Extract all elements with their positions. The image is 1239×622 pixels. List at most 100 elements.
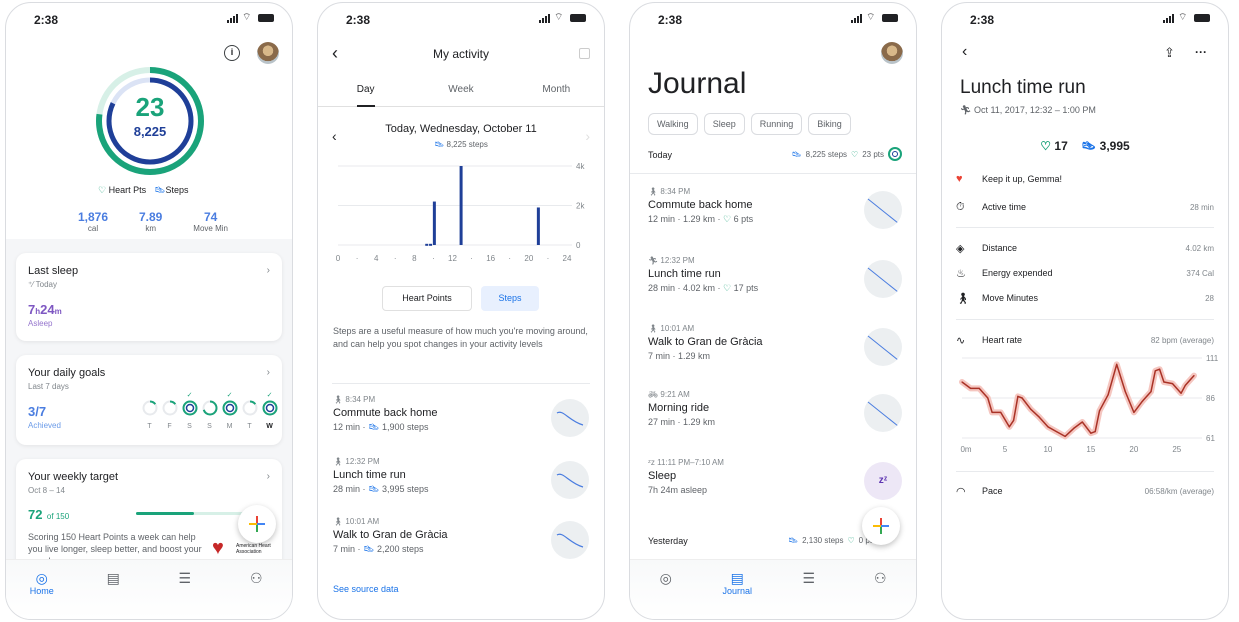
add-fab[interactable] xyxy=(862,507,900,545)
daily-goals-card[interactable]: Your daily goals Last 7 days › 3/7 Achie… xyxy=(16,355,282,445)
more-options-icon[interactable]: ··· xyxy=(1195,45,1207,59)
x-tick-label: 0m xyxy=(960,445,971,454)
weekly-progress-bar xyxy=(136,512,256,515)
nav-home[interactable]: ◎ Home xyxy=(12,570,72,619)
filter-chip-sleep[interactable]: Sleep xyxy=(703,113,745,135)
flame-icon: ♨ xyxy=(956,267,966,280)
check-icon: ✓ xyxy=(186,392,193,399)
shoe-icon: 👟︎ xyxy=(368,422,382,432)
bottom-nav: ◎ Home ▤ ☰ ⚇ xyxy=(6,559,292,619)
battery-icon xyxy=(882,14,898,22)
aha-label: American Heart Association xyxy=(236,543,271,555)
status-bar: 2:38 ⌔ xyxy=(6,3,292,37)
back-button[interactable]: ‹ xyxy=(962,43,967,61)
timer-icon: ⏱︎ xyxy=(956,200,965,213)
filter-chip-walking[interactable]: Walking xyxy=(648,113,698,135)
battery-icon xyxy=(570,14,586,22)
avatar[interactable] xyxy=(881,42,903,64)
goals-achieved-label: Achieved xyxy=(28,421,61,430)
route-map-thumbnail[interactable] xyxy=(864,260,902,298)
signal-icon xyxy=(539,13,550,23)
heartbeat-icon: ∿ xyxy=(956,334,966,347)
filter-chips: Walking Sleep Running Biking xyxy=(648,113,857,135)
heart-rate-point xyxy=(1012,419,1015,421)
activity-time: 🚶︎ 12:32 PM xyxy=(333,457,380,466)
nav-journal[interactable]: ▤ xyxy=(83,570,143,619)
energy-row: ♨ Energy expended 374 Cal xyxy=(956,267,1214,280)
nav-browse[interactable]: ☰ xyxy=(779,570,839,619)
route-map-thumbnail[interactable] xyxy=(864,191,902,229)
x-tick-label: 24 xyxy=(563,254,572,263)
avatar[interactable] xyxy=(257,42,279,64)
heart-points-value: 23 xyxy=(135,92,165,122)
route-map-thumbnail[interactable] xyxy=(864,328,902,366)
journal-item[interactable]: 🏃︎ 12:32 PM Lunch time run 28 min · 4.02 k… xyxy=(648,256,902,316)
nav-browse[interactable]: ☰ xyxy=(155,570,215,619)
activity-meta: 7 min · 👟︎ 2,200 steps xyxy=(333,544,424,554)
heart-rate-point xyxy=(1150,391,1152,393)
x-tick-label: 5 xyxy=(1003,445,1008,454)
profile-icon: ⚇ xyxy=(249,570,263,586)
add-fab[interactable] xyxy=(238,505,276,543)
goal-day: ✓ S xyxy=(180,391,199,430)
nav-journal[interactable]: ▤ Journal xyxy=(707,570,767,619)
heart-rate-point xyxy=(1038,416,1040,418)
tab-week[interactable]: Week xyxy=(413,79,508,106)
journal-item[interactable]: 🚶︎ 8:34 PM Commute back home 12 min · 1.29… xyxy=(648,187,902,247)
route-map-thumbnail[interactable] xyxy=(551,461,589,499)
filter-chip-running[interactable]: Running xyxy=(750,113,803,135)
day-goal-ring xyxy=(242,400,257,416)
calendar-icon[interactable] xyxy=(579,48,590,59)
nav-home[interactable]: ◎ xyxy=(636,570,696,619)
day-label: M xyxy=(226,423,233,430)
run-icon: 🚶︎ xyxy=(333,457,346,466)
activity-item[interactable]: 🚶︎ 12:32 PM Lunch time run 28 min · 👟︎ 3,9… xyxy=(333,457,589,517)
journal-item[interactable]: 🚶︎ 10:01 AM Walk to Gran de Gràcia 7 min ·… xyxy=(648,324,902,384)
journal-time: 🚶︎ 10:01 AM xyxy=(648,324,695,333)
tab-month[interactable]: Month xyxy=(509,79,604,106)
sleep-zzz-icon[interactable]: zᶻ xyxy=(864,462,902,500)
sleep-duration: 7h24m xyxy=(28,302,62,317)
heart-rate-chart[interactable]: 61 86 111 0m 5 10 15 20 25 xyxy=(952,348,1224,463)
wifi-icon: ⌔ xyxy=(866,12,876,23)
x-tick-label: 16 xyxy=(486,254,495,263)
heart-rate-point xyxy=(1171,383,1174,385)
steps-toggle[interactable]: Steps xyxy=(481,286,539,311)
plus-icon xyxy=(873,518,889,534)
heart-rate-point xyxy=(1094,431,1096,433)
heart-rate-point xyxy=(1184,384,1187,386)
day-goal-ring xyxy=(162,400,177,416)
heart-points-toggle[interactable]: Heart Points xyxy=(382,286,472,311)
activity-item[interactable]: 🚶︎ 8:34 PM Commute back home 12 min · 👟︎ 1… xyxy=(333,395,589,455)
last-sleep-card[interactable]: Last sleep ⁺⁄ Today › 7h24m Asleep xyxy=(16,253,282,341)
date-label: Today, Wednesday, October 11 xyxy=(385,123,537,135)
tab-day[interactable]: Day xyxy=(318,79,413,107)
journal-time: 🚶︎ 8:34 PM xyxy=(648,187,691,196)
stat-cal: 1,876 cal xyxy=(78,210,109,233)
sleep-icon: ⁺⁄ xyxy=(28,280,34,289)
range-tabs: Day Week Month xyxy=(318,79,604,107)
journal-item[interactable]: ᶻz 11:11 PM–7:10 AM Sleep 7h 24m asleep zᶻ xyxy=(648,458,902,518)
share-icon[interactable]: ⇪ xyxy=(1164,45,1175,61)
filter-chip-biking[interactable]: Biking xyxy=(808,113,851,135)
journal-time: ᶻz 11:11 PM–7:10 AM xyxy=(648,458,724,467)
journal-item[interactable]: 🚲︎ 9:21 AM Morning ride 27 min · 1.29 km xyxy=(648,390,902,450)
stats-row: 1,876 cal 7.89 km 74 Move Min xyxy=(78,210,228,233)
route-map-thumbnail[interactable] xyxy=(864,394,902,432)
nav-profile[interactable]: ⚇ xyxy=(850,570,910,619)
location-icon: ◈ xyxy=(956,242,965,255)
route-map-thumbnail[interactable] xyxy=(551,521,589,559)
route-map-thumbnail[interactable] xyxy=(551,399,589,437)
heart-rate-point xyxy=(1090,432,1092,434)
shoe-icon: 👟︎ xyxy=(368,484,382,494)
y-tick-label: 111 xyxy=(1206,354,1219,363)
status-time: 2:38 xyxy=(346,13,371,27)
steps-chart[interactable]: 0 2k 4k 0 · 4 · 8 · 12 · 16 · 20 · 24 xyxy=(328,153,596,268)
info-icon[interactable]: i xyxy=(224,45,240,61)
nav-profile[interactable]: ⚇ xyxy=(226,570,286,619)
see-source-data-link[interactable]: See source data xyxy=(333,584,399,594)
legend-steps: Steps xyxy=(165,185,189,195)
divider xyxy=(630,173,916,174)
activity-item[interactable]: 🚶︎ 10:01 AM Walk to Gran de Gràcia 7 min ·… xyxy=(333,517,589,577)
heart-rate-row: ∿ Heart rate 82 bpm (average) xyxy=(956,334,1214,347)
